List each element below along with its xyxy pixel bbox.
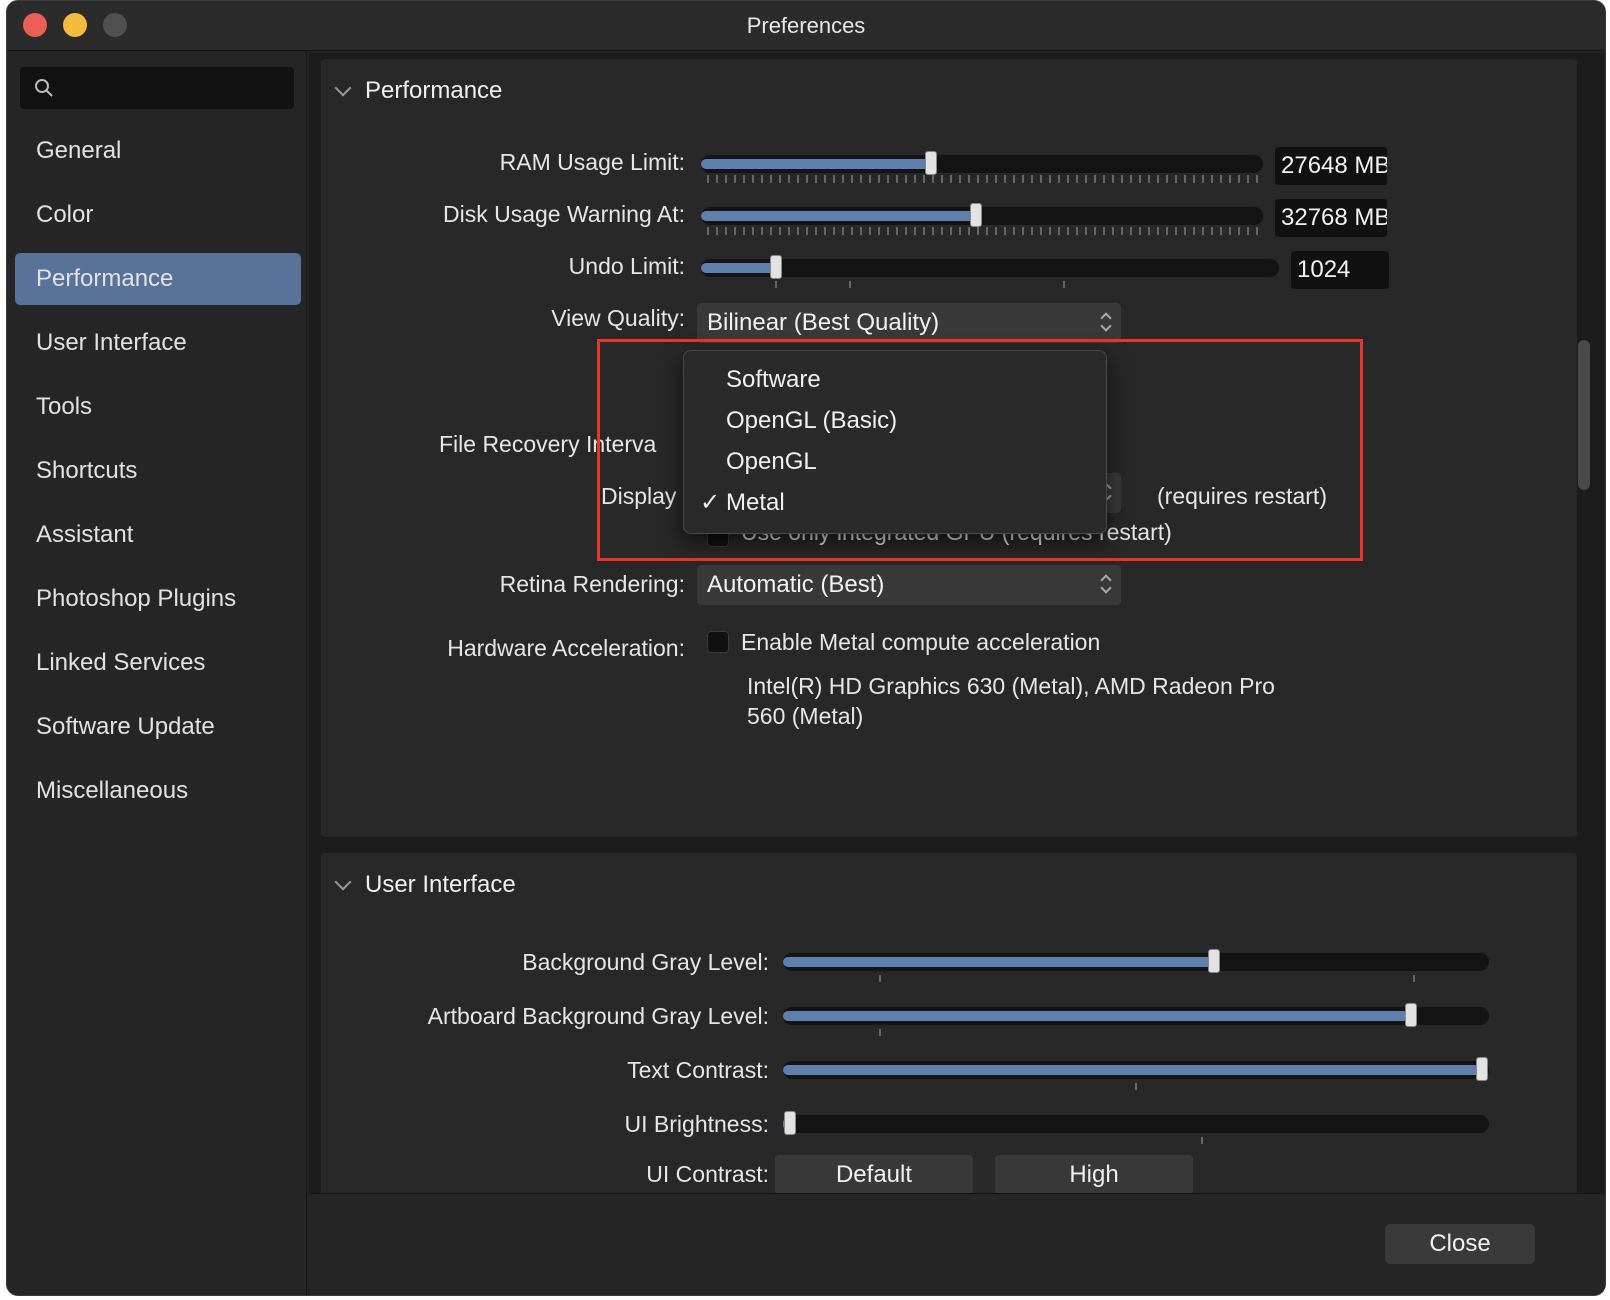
bg-gray-slider[interactable] xyxy=(783,949,1489,973)
checkmark-icon: ✓ xyxy=(700,489,721,516)
user-interface-section-header[interactable]: User Interface xyxy=(334,867,516,903)
gpu-info-line-1: Intel(R) HD Graphics 630 (Metal), AMD Ra… xyxy=(747,673,1275,699)
preferences-window: Preferences General Color Performance Us… xyxy=(6,0,1606,1296)
search-icon xyxy=(35,79,53,97)
sidebar-nav: General Color Performance User Interface… xyxy=(15,125,301,829)
sidebar-item-general[interactable]: General xyxy=(15,125,301,177)
undo-limit-slider[interactable] xyxy=(701,255,1279,279)
sidebar-item-performance[interactable]: Performance xyxy=(15,253,301,305)
bg-gray-tick xyxy=(1413,975,1415,982)
text-contrast-label: Text Contrast: xyxy=(627,1057,769,1083)
view-quality-label: View Quality: xyxy=(551,305,685,331)
bg-gray-label: Background Gray Level: xyxy=(522,949,769,975)
metal-compute-label: Enable Metal compute acceleration xyxy=(741,629,1101,655)
title-bar: Preferences xyxy=(7,1,1605,51)
sidebar-item-assistant[interactable]: Assistant xyxy=(15,509,301,561)
dropdown-option-opengl-basic[interactable]: OpenGL (Basic) xyxy=(684,400,1106,441)
artboard-gray-tick xyxy=(879,1029,881,1036)
ui-contrast-default-button[interactable]: Default xyxy=(775,1155,973,1193)
text-contrast-slider[interactable] xyxy=(783,1057,1489,1081)
chevron-down-icon xyxy=(334,79,352,97)
ui-brightness-tick xyxy=(1201,1137,1203,1144)
ui-brightness-label: UI Brightness: xyxy=(624,1111,769,1137)
disk-warning-label: Disk Usage Warning At: xyxy=(442,201,685,227)
bg-gray-tick xyxy=(879,975,881,982)
ram-usage-ticks xyxy=(707,175,1259,183)
view-quality-value: Bilinear (Best Quality) xyxy=(707,309,940,336)
scrollbar[interactable] xyxy=(1578,340,1590,490)
artboard-gray-slider[interactable] xyxy=(783,1003,1489,1027)
search-input[interactable] xyxy=(20,67,294,109)
undo-tick xyxy=(1063,281,1065,288)
updown-arrows-icon xyxy=(1101,573,1111,597)
ui-brightness-slider[interactable] xyxy=(783,1111,1489,1135)
undo-limit-label: Undo Limit: xyxy=(568,253,685,279)
dropdown-option-metal[interactable]: ✓ Metal xyxy=(684,482,1106,523)
sidebar-item-photoshop-plugins[interactable]: Photoshop Plugins xyxy=(15,573,301,625)
footer-bar: Close xyxy=(309,1193,1605,1295)
view-quality-select[interactable]: Bilinear (Best Quality) xyxy=(697,303,1121,343)
ram-usage-slider[interactable] xyxy=(701,151,1263,175)
updown-arrows-icon xyxy=(1101,311,1111,335)
dropdown-option-opengl[interactable]: OpenGL xyxy=(684,441,1106,482)
user-interface-section: User Interface Background Gray Level: Ar… xyxy=(321,853,1577,1193)
hardware-acceleration-label: Hardware Acceleration: xyxy=(447,635,685,661)
performance-section-title: Performance xyxy=(365,77,503,104)
option-label: OpenGL (Basic) xyxy=(726,407,898,434)
undo-tick xyxy=(775,281,777,288)
text-contrast-tick xyxy=(1135,1083,1137,1090)
sidebar-item-shortcuts[interactable]: Shortcuts xyxy=(15,445,301,497)
close-button[interactable]: Close xyxy=(1385,1224,1535,1264)
sidebar-item-user-interface[interactable]: User Interface xyxy=(15,317,301,369)
window-title: Preferences xyxy=(746,13,866,38)
ui-contrast-high-button[interactable]: High xyxy=(995,1155,1193,1193)
performance-section: Performance RAM Usage Limit: 27648 MB Di… xyxy=(321,59,1577,837)
ui-contrast-label: UI Contrast: xyxy=(646,1161,769,1187)
sidebar-item-tools[interactable]: Tools xyxy=(15,381,301,433)
sidebar-item-color[interactable]: Color xyxy=(15,189,301,241)
disk-warning-slider[interactable] xyxy=(701,203,1263,227)
performance-section-header[interactable]: Performance xyxy=(334,73,503,109)
option-label: Metal xyxy=(726,489,785,516)
dropdown-option-software[interactable]: Software xyxy=(684,359,1106,400)
user-interface-section-title: User Interface xyxy=(365,871,516,898)
sidebar-item-software-update[interactable]: Software Update xyxy=(15,701,301,753)
retina-rendering-value: Automatic (Best) xyxy=(707,571,885,598)
option-label: OpenGL xyxy=(726,448,817,475)
metal-compute-checkbox[interactable] xyxy=(707,631,729,653)
chevron-down-icon xyxy=(334,873,352,891)
preferences-content: Performance RAM Usage Limit: 27648 MB Di… xyxy=(309,53,1605,1193)
ram-usage-label: RAM Usage Limit: xyxy=(499,149,685,175)
retina-rendering-label: Retina Rendering: xyxy=(499,571,685,597)
disk-warning-field[interactable]: 32768 MB xyxy=(1275,199,1387,237)
gpu-info-line-2: 560 (Metal) xyxy=(747,703,864,729)
undo-limit-field[interactable]: 1024 xyxy=(1291,251,1389,289)
retina-rendering-select[interactable]: Automatic (Best) xyxy=(697,565,1121,605)
sidebar-item-linked-services[interactable]: Linked Services xyxy=(15,637,301,689)
undo-tick xyxy=(849,281,851,288)
ram-usage-field[interactable]: 27648 MB xyxy=(1275,147,1387,185)
option-label: Software xyxy=(726,366,821,393)
disk-warning-ticks xyxy=(707,227,1259,235)
artboard-gray-label: Artboard Background Gray Level: xyxy=(427,1003,769,1029)
display-dropdown-menu: Software OpenGL (Basic) OpenGL ✓ Metal xyxy=(683,350,1107,534)
sidebar: General Color Performance User Interface… xyxy=(7,53,307,1295)
sidebar-item-miscellaneous[interactable]: Miscellaneous xyxy=(15,765,301,817)
